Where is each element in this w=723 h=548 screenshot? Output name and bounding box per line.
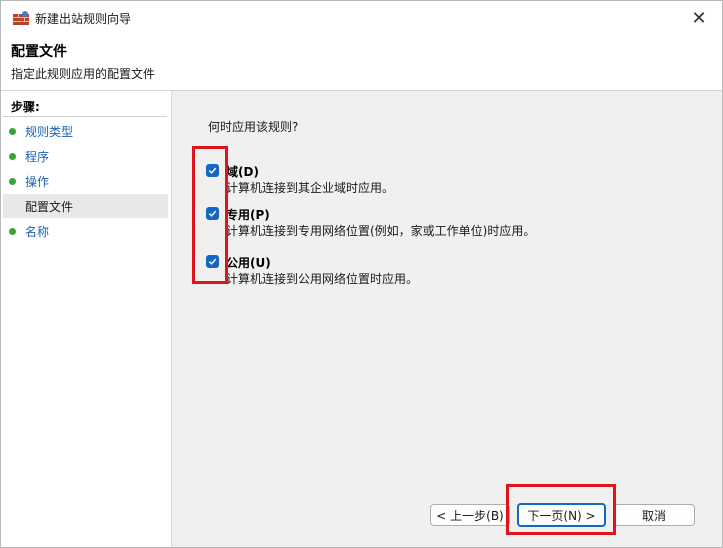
steps-title: 步骤:: [11, 100, 40, 114]
wizard-window: 新建出站规则向导 ✕ 配置文件 指定此规则应用的配置文件 步骤: 规则类型 程序…: [0, 0, 723, 548]
page-header: 配置文件 指定此规则应用的配置文件: [1, 35, 722, 91]
sidebar-item-label: 名称: [25, 224, 50, 239]
main-content: 何时应用该规则? 域(D) 计算机连接到其企业域时应用。 专用(P) 计算机连接…: [172, 91, 722, 547]
sidebar-item-profile: 配置文件: [3, 194, 168, 218]
close-button[interactable]: ✕: [676, 1, 722, 35]
firewall-icon: [13, 11, 29, 25]
title-bar: 新建出站规则向导 ✕: [1, 1, 722, 35]
next-button-highlight-box: [506, 484, 616, 535]
steps-sidebar: 步骤: 规则类型 程序 操作 配置文件 名称: [1, 91, 172, 547]
sidebar-item-label: 程序: [25, 149, 50, 164]
question-text: 何时应用该规则?: [208, 120, 299, 134]
step-complete-dot-icon: [9, 127, 16, 135]
sidebar-item-label: 操作: [25, 174, 50, 189]
sidebar-item-program[interactable]: 程序: [3, 144, 168, 168]
sidebar-item-action[interactable]: 操作: [3, 169, 168, 193]
sidebar-item-label: 规则类型: [25, 124, 74, 139]
steps-divider: [3, 116, 167, 117]
page-title: 配置文件: [11, 44, 67, 60]
back-button[interactable]: < 上一步(B): [430, 504, 510, 526]
close-icon: ✕: [691, 7, 707, 29]
public-label: 公用(U): [226, 256, 271, 270]
domain-label: 域(D): [226, 165, 259, 179]
checkbox-highlight-box: [192, 146, 228, 284]
step-complete-dot-icon: [9, 152, 16, 160]
window-title: 新建出站规则向导: [35, 12, 132, 26]
sidebar-item-rule-type[interactable]: 规则类型: [3, 119, 168, 143]
domain-description: 计算机连接到其企业域时应用。: [226, 181, 395, 195]
step-complete-dot-icon: [9, 177, 16, 185]
sidebar-item-name[interactable]: 名称: [3, 219, 168, 243]
public-description: 计算机连接到公用网络位置时应用。: [226, 272, 419, 286]
sidebar-item-label: 配置文件: [25, 199, 74, 214]
cancel-button[interactable]: 取消: [613, 504, 695, 526]
page-subtitle: 指定此规则应用的配置文件: [11, 67, 156, 81]
step-complete-dot-icon: [9, 227, 16, 235]
private-label: 专用(P): [226, 208, 270, 222]
private-description: 计算机连接到专用网络位置(例如，家或工作单位)时应用。: [226, 224, 536, 238]
